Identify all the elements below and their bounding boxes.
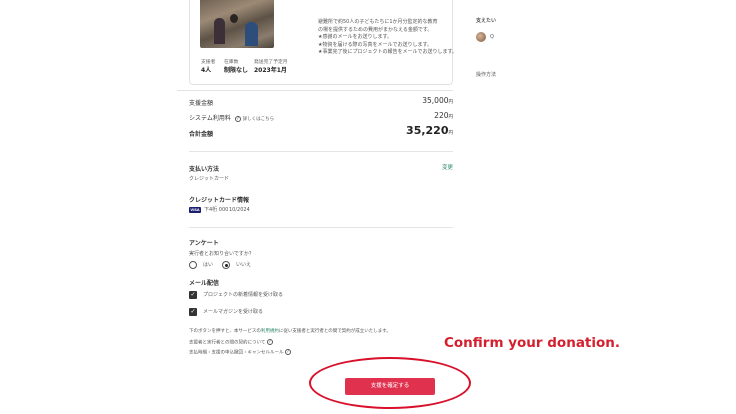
info-icon[interactable]: ? [266, 339, 273, 345]
sidebar-method-label: 操作方法 [476, 72, 497, 78]
divider [189, 151, 453, 152]
stat-stock: 在庫数 制限なし [224, 58, 248, 74]
annotation-label: Confirm your donation. [444, 335, 621, 351]
stat-backers: 支援者 4人 [201, 58, 215, 74]
system-fee-label-text: システム利用料 [189, 115, 231, 122]
cancel-rules-info[interactable]: 支払時期・支援の申込撤回・キャンセルルール ? [189, 349, 291, 356]
survey-question: 実行者とお知り合いですか？ [189, 251, 254, 257]
yen-unit: 円 [448, 100, 454, 105]
sidebar-user-name[interactable]: Q [490, 34, 494, 42]
terms-link[interactable]: 利用規約 [261, 329, 279, 334]
stat-label: 在庫数 [224, 60, 239, 65]
info-icon[interactable]: ? [234, 115, 241, 122]
photo-figure [214, 18, 225, 44]
checkbox-project-news[interactable]: ✓ [189, 291, 197, 299]
reward-description-line: ★感謝のメールをお送りします。 [318, 34, 392, 40]
stat-value: 制限なし [224, 67, 249, 74]
reward-description-line: ★事業完了後にプロジェクトの報告をメールでお送りします。 [318, 49, 457, 55]
reward-description: 避難所で約50人の子どもたちに1か月分監定的な教育 の場を提供するための費用がま… [318, 19, 458, 57]
divider [177, 90, 453, 91]
terms-text: に従い支援者と実行者との間で契約が成立いたします。 [278, 329, 391, 334]
card-expiry: 10/2024 [229, 207, 250, 213]
system-fee-number: 220 [434, 111, 449, 120]
divider [189, 227, 453, 228]
sidebar-heading: 支えたい [476, 18, 497, 24]
info-icon[interactable]: ? [284, 349, 291, 355]
visa-icon: VISA [189, 207, 201, 213]
change-payment-link[interactable]: 変更 [442, 163, 453, 171]
reward-description-line: の場を提供するための費用がまかなえる金額です。 [318, 26, 433, 33]
system-fee-link[interactable]: 詳しくはこちら [243, 117, 275, 122]
stat-value: 4人 [201, 67, 212, 74]
card-number: 下4桁 000 [204, 207, 229, 213]
stat-label: 発送完了予定月 [254, 60, 288, 65]
photo-figure [230, 14, 238, 23]
project-photo [200, 0, 274, 48]
system-fee-label: システム利用料 ? 詳しくはこちら [189, 113, 274, 122]
radio-yes[interactable] [189, 261, 197, 269]
system-fee-value: 220円 [380, 111, 453, 120]
checkbox-project-news-label[interactable]: プロジェクトの新着情報を受け取る [203, 292, 283, 300]
support-amount-value: 35,000円 [380, 96, 453, 105]
checkbox-newsletter-label[interactable]: メールマガジンを受け取る [203, 309, 263, 317]
avatar[interactable] [476, 32, 486, 42]
reward-description-line: ★物資を届ける際の写真をメールでお送りします。 [318, 41, 432, 48]
total-label: 合計金額 [189, 131, 214, 138]
contract-info[interactable]: 支援者と実行者との間の契約について ? [189, 339, 273, 346]
contract-info-text[interactable]: 支援者と実行者との間の契約について [189, 341, 265, 346]
total-number: 35,220 [406, 124, 449, 137]
stat-value: 2023年1月 [254, 67, 287, 74]
payment-method: クレジットカード [189, 176, 230, 182]
support-amount-number: 35,000 [422, 96, 449, 105]
mail-heading: メール配信 [189, 280, 220, 287]
cancel-rules-text[interactable]: 支払時期・支援の申込撤回・キャンセルルール [189, 351, 284, 356]
photo-figure [245, 22, 258, 46]
radio-no[interactable] [222, 261, 230, 269]
stat-delivery: 発送完了予定月 2023年1月 [254, 58, 288, 74]
stat-label: 支援者 [201, 60, 216, 65]
card-heading: クレジットカード情報 [189, 197, 250, 204]
yen-unit: 円 [448, 131, 454, 136]
payment-heading: 支払い方法 [189, 166, 220, 173]
terms-text: 下のボタンを押すと、本サービスの [189, 329, 261, 334]
yen-unit: 円 [448, 115, 454, 120]
support-amount-label: 支援金額 [189, 100, 214, 107]
checkbox-newsletter[interactable]: ✓ [189, 308, 197, 316]
terms-notice: 下のボタンを押すと、本サービスの利用規約に従い支援者と実行者との間で契約が成立い… [189, 328, 391, 334]
radio-no-label[interactable]: いいえ [236, 262, 251, 270]
total-value: 35,220円 [360, 124, 453, 137]
confirm-donation-button[interactable]: 支援を確定する [345, 378, 435, 395]
radio-yes-label[interactable]: はい [203, 262, 213, 270]
survey-heading: アンケート [189, 240, 219, 247]
reward-description-line: 避難所で約50人の子どもたちに1か月分監定的な教育 [318, 19, 438, 25]
